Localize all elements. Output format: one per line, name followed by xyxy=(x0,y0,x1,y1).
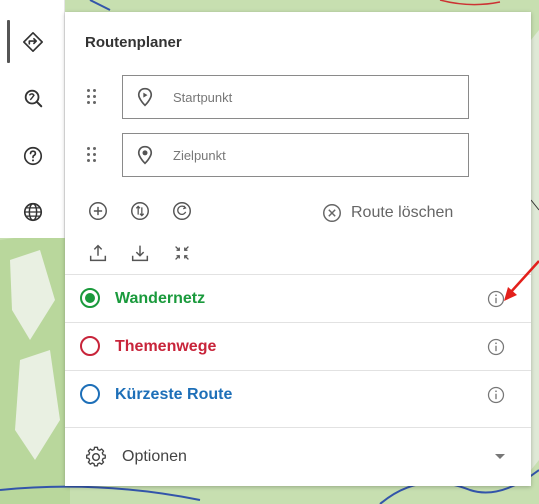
end-waypoint-row: Zielpunkt xyxy=(85,133,470,177)
network-option-kuerzeste-route[interactable]: Kürzeste Route xyxy=(65,370,531,418)
upload-button[interactable] xyxy=(85,240,111,266)
map-search-button[interactable] xyxy=(0,70,65,125)
radio-unselected[interactable] xyxy=(80,336,100,356)
language-button[interactable] xyxy=(0,184,65,239)
options-label: Optionen xyxy=(122,448,187,465)
clear-circle-icon xyxy=(323,204,341,222)
end-point-input[interactable]: Zielpunkt xyxy=(122,133,469,177)
globe-icon xyxy=(23,202,42,221)
reverse-route-icon xyxy=(173,202,191,220)
start-waypoint-row: Startpunkt xyxy=(85,75,470,119)
collapse-arrows-icon xyxy=(175,246,189,260)
swap-waypoints-button[interactable] xyxy=(127,198,153,224)
help-icon xyxy=(23,146,42,165)
swap-vertical-icon xyxy=(131,202,149,220)
info-icon[interactable] xyxy=(486,289,506,309)
drag-handle-icon[interactable] xyxy=(85,145,99,165)
network-label: Kürzeste Route xyxy=(115,386,233,403)
add-waypoint-button[interactable] xyxy=(85,198,111,224)
add-circle-icon xyxy=(89,202,107,220)
collapse-button[interactable] xyxy=(169,240,195,266)
start-point-input[interactable]: Startpunkt xyxy=(122,75,469,119)
upload-icon xyxy=(89,244,107,262)
info-icon[interactable] xyxy=(486,337,506,357)
route-planner-panel: Routenplaner Startpunkt Zielpunkt Route … xyxy=(65,12,531,486)
options-dropdown[interactable]: Optionen xyxy=(65,427,531,486)
clear-route-button[interactable]: Route löschen xyxy=(321,200,453,226)
info-icon[interactable] xyxy=(486,385,506,405)
chevron-down-icon xyxy=(495,454,505,459)
start-pin-icon xyxy=(137,87,153,107)
route-directions-icon xyxy=(22,31,43,52)
panel-title: Routenplaner xyxy=(85,34,182,51)
clear-route-label: Route löschen xyxy=(351,204,454,221)
route-planner-button[interactable] xyxy=(0,14,65,69)
download-button[interactable] xyxy=(127,240,153,266)
start-point-placeholder: Startpunkt xyxy=(173,90,233,105)
side-toolbar xyxy=(0,0,65,238)
network-option-themenwege[interactable]: Themenwege xyxy=(65,322,531,370)
radio-dot xyxy=(85,293,95,303)
network-label: Wandernetz xyxy=(115,290,206,307)
file-actions-row xyxy=(85,240,195,268)
network-option-wandernetz[interactable]: Wandernetz xyxy=(65,274,531,322)
drag-handle-icon[interactable] xyxy=(85,87,99,107)
route-actions-row xyxy=(85,198,195,226)
reverse-route-button[interactable] xyxy=(169,198,195,224)
radio-selected[interactable] xyxy=(80,288,100,308)
download-icon xyxy=(131,245,149,262)
help-button[interactable] xyxy=(0,128,65,183)
end-point-placeholder: Zielpunkt xyxy=(173,148,226,163)
network-label: Themenwege xyxy=(115,338,217,355)
end-pin-icon xyxy=(137,145,153,165)
radio-unselected[interactable] xyxy=(80,384,100,404)
map-search-icon xyxy=(24,89,42,107)
gear-icon xyxy=(86,446,106,467)
